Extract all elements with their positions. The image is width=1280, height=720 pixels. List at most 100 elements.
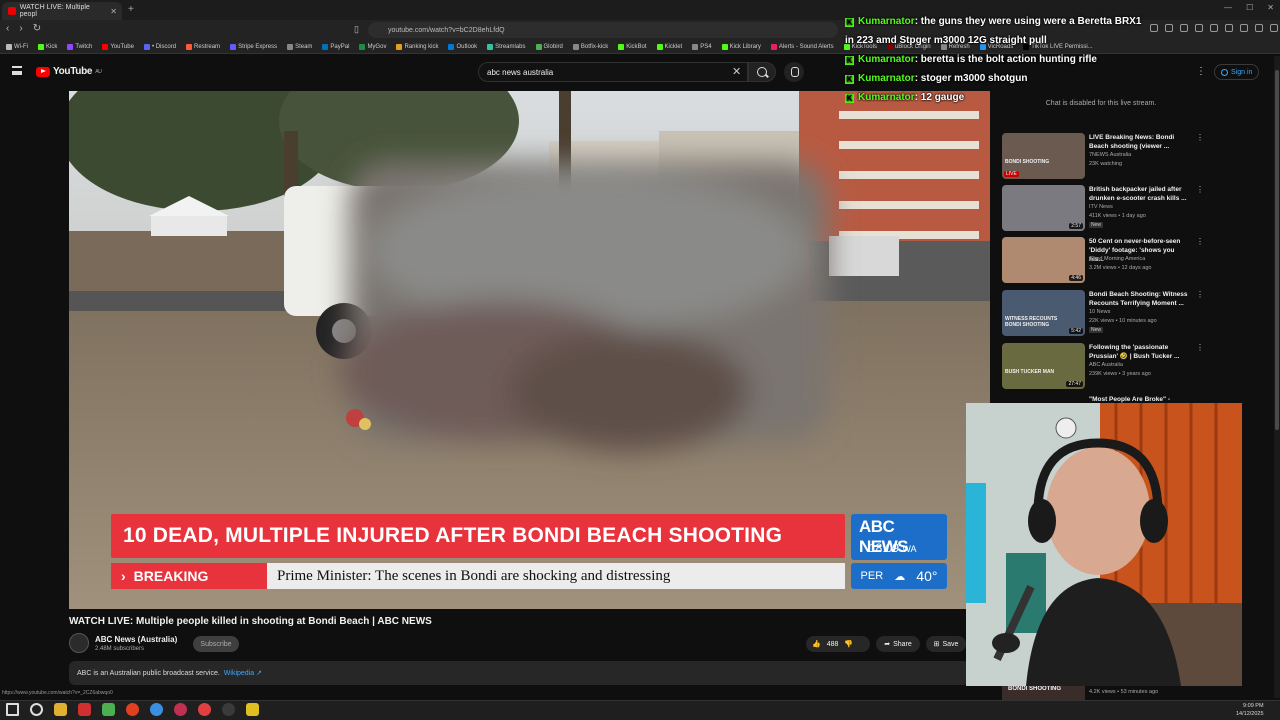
scrollbar-thumb[interactable] bbox=[1275, 70, 1279, 430]
bookmark-item[interactable]: Twitch bbox=[67, 43, 92, 50]
bookmark-item[interactable]: Kick bbox=[38, 43, 57, 50]
search-button[interactable] bbox=[748, 62, 776, 82]
save-button[interactable]: ⊞ Save bbox=[926, 636, 966, 652]
new-tab-icon[interactable]: + bbox=[128, 4, 134, 15]
file-explorer-icon[interactable] bbox=[54, 703, 67, 716]
bookmark-item[interactable]: Globird bbox=[535, 43, 563, 50]
hamburger-menu-icon[interactable] bbox=[12, 66, 22, 75]
extension-icon[interactable] bbox=[1195, 24, 1203, 32]
description-box[interactable]: ABC is an Australian public broadcast se… bbox=[69, 661, 969, 685]
bookmark-item[interactable]: Kicklet bbox=[656, 43, 682, 50]
voice-search-icon[interactable] bbox=[784, 62, 804, 82]
rec-kebab-icon[interactable]: ⋮ bbox=[1196, 185, 1204, 194]
app-red-icon[interactable] bbox=[78, 703, 91, 716]
bookmark-item[interactable]: Alerts - Sound Alerts bbox=[770, 43, 834, 50]
bookmark-item[interactable]: PayPal bbox=[322, 43, 350, 50]
rec-thumbnail[interactable]: 2:57 bbox=[1002, 185, 1085, 231]
extension-icon[interactable] bbox=[1210, 24, 1218, 32]
bookmark-item[interactable]: Ranking kick bbox=[396, 43, 438, 50]
channel-name[interactable]: ABC News (Australia) bbox=[95, 635, 177, 644]
extension-icon[interactable] bbox=[1150, 24, 1158, 32]
rec-thumbnail[interactable]: 4:46 bbox=[1002, 237, 1085, 283]
extension-icon[interactable] bbox=[1165, 24, 1173, 32]
rec-channel[interactable]: 10 News bbox=[1089, 309, 1110, 315]
extension-icon[interactable] bbox=[1225, 24, 1233, 32]
bookmark-item[interactable]: Outlook bbox=[448, 43, 477, 50]
forward-icon[interactable]: › bbox=[19, 23, 22, 34]
app-pink-icon[interactable] bbox=[174, 703, 187, 716]
rec-kebab-icon[interactable]: ⋮ bbox=[1196, 290, 1204, 299]
rec-title[interactable]: Following the 'passionate Prussian' 🤣 | … bbox=[1089, 343, 1189, 361]
start-icon[interactable] bbox=[6, 703, 19, 716]
app-yellow-icon[interactable] bbox=[246, 703, 259, 716]
subscribe-button[interactable]: Subscribe bbox=[193, 636, 239, 652]
minimize-icon[interactable]: — bbox=[1224, 3, 1232, 12]
dislike-icon[interactable]: 👎 bbox=[844, 640, 853, 648]
bookmark-label: PayPal bbox=[330, 43, 350, 50]
recommendation-item[interactable]: 4:46 50 Cent on never-before-seen 'Diddy'… bbox=[1002, 237, 1204, 285]
bookmark-item[interactable]: Streamlabs bbox=[487, 43, 526, 50]
bookmark-icon[interactable]: ▯ bbox=[354, 24, 359, 35]
rec-title[interactable]: British backpacker jailed after drunken … bbox=[1089, 185, 1189, 203]
rec-thumbnail[interactable]: WITNESS RECOUNTS BONDI SHOOTING 5:42 bbox=[1002, 290, 1085, 336]
share-button[interactable]: ➦ Share bbox=[876, 636, 920, 652]
bookmark-item[interactable]: KickBot bbox=[618, 43, 647, 50]
sign-in-button[interactable]: Sign in bbox=[1214, 64, 1260, 80]
recommendation-item[interactable]: 2:57 British backpacker jailed after drun… bbox=[1002, 185, 1204, 233]
rec-kebab-icon[interactable]: ⋮ bbox=[1196, 133, 1204, 142]
bookmark-item[interactable]: Wi-Fi bbox=[6, 43, 28, 50]
rec-title[interactable]: LIVE Breaking News: Bondi Beach shooting… bbox=[1089, 133, 1189, 151]
settings-kebab-icon[interactable]: ⋮ bbox=[1196, 66, 1206, 77]
search-input[interactable]: abc news australia bbox=[478, 62, 748, 82]
youtube-logo[interactable]: YouTube AU bbox=[36, 66, 102, 77]
rec-kebab-icon[interactable]: ⋮ bbox=[1196, 343, 1204, 352]
bookmark-item[interactable]: YouTube bbox=[102, 43, 134, 50]
rec-kebab-icon[interactable]: ⋮ bbox=[1196, 237, 1204, 246]
close-window-icon[interactable]: ✕ bbox=[1267, 3, 1274, 12]
rec-partial-title[interactable]: "Most People Are Broke" - bbox=[1089, 396, 1170, 403]
rec-title[interactable]: Bondi Beach Shooting: Witness Recounts T… bbox=[1089, 290, 1189, 308]
bookmark-item[interactable]: Restream bbox=[186, 43, 220, 50]
bookmark-item[interactable]: PS4 bbox=[692, 43, 712, 50]
rec-thumbnail[interactable]: BONDI SHOOTING LIVE bbox=[1002, 133, 1085, 179]
extension-icon[interactable] bbox=[1180, 24, 1188, 32]
obs-icon[interactable] bbox=[198, 703, 211, 716]
extension-icon[interactable] bbox=[1270, 24, 1278, 32]
subscriber-count: 2.48M subscribers bbox=[95, 646, 145, 652]
rec-channel[interactable]: Good Morning America bbox=[1089, 256, 1145, 262]
back-icon[interactable]: ‹ bbox=[6, 23, 9, 34]
recommendation-item[interactable]: BONDI SHOOTING LIVE LIVE Breaking News: Bo… bbox=[1002, 133, 1204, 181]
taskbar-clock[interactable]: 9:09 PM 14/12/2025 bbox=[1236, 702, 1264, 718]
bookmark-item[interactable]: Kick Library bbox=[721, 43, 761, 50]
bookmark-item[interactable]: Steam bbox=[287, 43, 312, 50]
extension-icon[interactable] bbox=[1255, 24, 1263, 32]
chrome-icon[interactable] bbox=[150, 703, 163, 716]
recommendation-item[interactable]: BUSH TUCKER MAN 27:47 Following the 'passi… bbox=[1002, 343, 1204, 391]
like-icon[interactable]: 👍 bbox=[812, 640, 821, 648]
rec-channel[interactable]: 7NEWS Australia bbox=[1089, 152, 1131, 158]
video-player[interactable]: 10 DEAD, MULTIPLE INJURED AFTER BONDI BE… bbox=[69, 91, 990, 609]
channel-avatar[interactable] bbox=[69, 633, 89, 653]
bookmark-item[interactable]: MyGov bbox=[359, 43, 386, 50]
recommendation-item[interactable]: WITNESS RECOUNTS BONDI SHOOTING 5:42 Bondi… bbox=[1002, 290, 1204, 338]
maximize-icon[interactable]: ☐ bbox=[1246, 3, 1253, 12]
app-dark-icon[interactable] bbox=[222, 703, 235, 716]
close-tab-icon[interactable]: ✕ bbox=[110, 7, 117, 16]
bookmark-item[interactable]: • Discord bbox=[143, 43, 176, 50]
rec-channel[interactable]: ABC Australia bbox=[1089, 362, 1123, 368]
rec-channel[interactable]: ITV News bbox=[1089, 204, 1113, 210]
app-green-icon[interactable] bbox=[102, 703, 115, 716]
browser-tab-active[interactable]: WATCH LIVE: Multiple peopl ✕ bbox=[2, 2, 122, 20]
rec-bottom-thumbnail[interactable]: BONDI SHOOTING bbox=[1002, 686, 1085, 700]
reload-icon[interactable]: ↻ bbox=[33, 23, 41, 34]
search-icon[interactable] bbox=[30, 703, 43, 716]
url-field[interactable]: youtube.com/watch?v=bC2D8ehLfdQ bbox=[368, 22, 838, 38]
brave-browser-icon[interactable] bbox=[126, 703, 139, 716]
like-count[interactable]: 488 bbox=[827, 641, 839, 648]
bookmark-item[interactable]: Botfix-kick bbox=[572, 43, 608, 50]
rec-thumbnail[interactable]: BUSH TUCKER MAN 27:47 bbox=[1002, 343, 1085, 389]
wikipedia-link[interactable]: Wikipedia ↗ bbox=[224, 669, 262, 677]
bookmark-item[interactable]: Stripe Express bbox=[230, 43, 277, 50]
clear-search-icon[interactable]: ✕ bbox=[732, 65, 741, 78]
extension-icon[interactable] bbox=[1240, 24, 1248, 32]
